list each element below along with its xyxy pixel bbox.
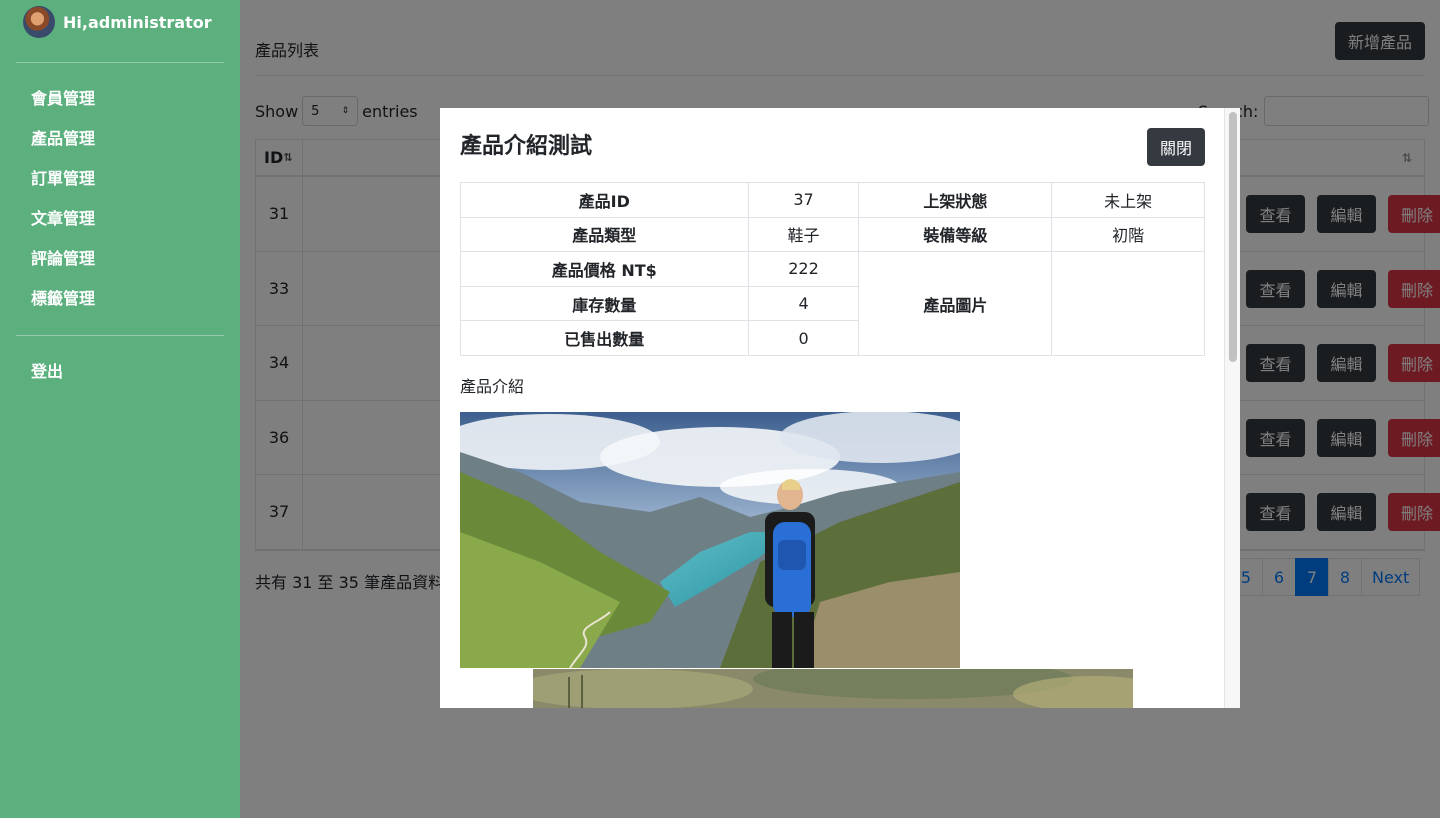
id-value: 37 bbox=[747, 182, 860, 218]
image-label: 產品圖片 bbox=[858, 251, 1053, 356]
status-label: 上架狀態 bbox=[858, 182, 1053, 218]
level-value: 初階 bbox=[1051, 216, 1205, 253]
id-label: 產品ID bbox=[460, 182, 749, 218]
status-value: 未上架 bbox=[1051, 182, 1205, 218]
level-label: 裝備等級 bbox=[858, 216, 1053, 253]
logout-link[interactable]: 登出 bbox=[31, 352, 63, 392]
user-profile: Hi,administrator bbox=[0, 0, 240, 44]
avatar bbox=[23, 6, 55, 38]
sidebar-divider bbox=[16, 62, 224, 63]
product-image-cell bbox=[1051, 251, 1205, 356]
sidebar-divider bbox=[16, 335, 224, 336]
description-photo bbox=[460, 412, 960, 668]
price-label: 產品價格 NT$ bbox=[460, 251, 749, 287]
sidebar-item-orders[interactable]: 訂單管理 bbox=[0, 159, 240, 199]
stock-label: 庫存數量 bbox=[460, 285, 749, 322]
stock-value: 4 bbox=[747, 285, 860, 322]
description-label: 產品介紹 bbox=[460, 377, 525, 396]
sidebar: Hi,administrator 會員管理 產品管理 訂單管理 文章管理 評論管… bbox=[0, 0, 240, 818]
sold-value: 0 bbox=[747, 320, 860, 356]
description-photo bbox=[533, 669, 1133, 708]
type-label: 產品類型 bbox=[460, 216, 749, 253]
close-button[interactable]: 關閉 bbox=[1147, 128, 1205, 166]
sold-label: 已售出數量 bbox=[460, 320, 749, 356]
product-info-table: 產品ID 37 上架狀態 未上架 產品類型 鞋子 裝備等級 初階 產品價格 NT… bbox=[460, 182, 1205, 356]
modal-title: 產品介紹測試 bbox=[460, 134, 593, 159]
sidebar-menu: 會員管理 產品管理 訂單管理 文章管理 評論管理 標籤管理 bbox=[0, 79, 240, 319]
sidebar-item-tags[interactable]: 標籤管理 bbox=[0, 279, 240, 319]
sidebar-item-members[interactable]: 會員管理 bbox=[0, 79, 240, 119]
modal-scrollbar[interactable] bbox=[1224, 108, 1240, 708]
price-value: 222 bbox=[747, 251, 860, 287]
sidebar-item-articles[interactable]: 文章管理 bbox=[0, 199, 240, 239]
sidebar-item-reviews[interactable]: 評論管理 bbox=[0, 239, 240, 279]
user-greeting: Hi,administrator bbox=[63, 12, 212, 32]
scrollbar-thumb[interactable] bbox=[1229, 112, 1237, 362]
sidebar-item-products[interactable]: 產品管理 bbox=[0, 119, 240, 159]
product-detail-modal: 產品介紹測試 關閉 產品ID 37 上架狀態 未上架 產品類型 鞋子 裝備等級 … bbox=[440, 108, 1240, 708]
type-value: 鞋子 bbox=[747, 216, 860, 253]
